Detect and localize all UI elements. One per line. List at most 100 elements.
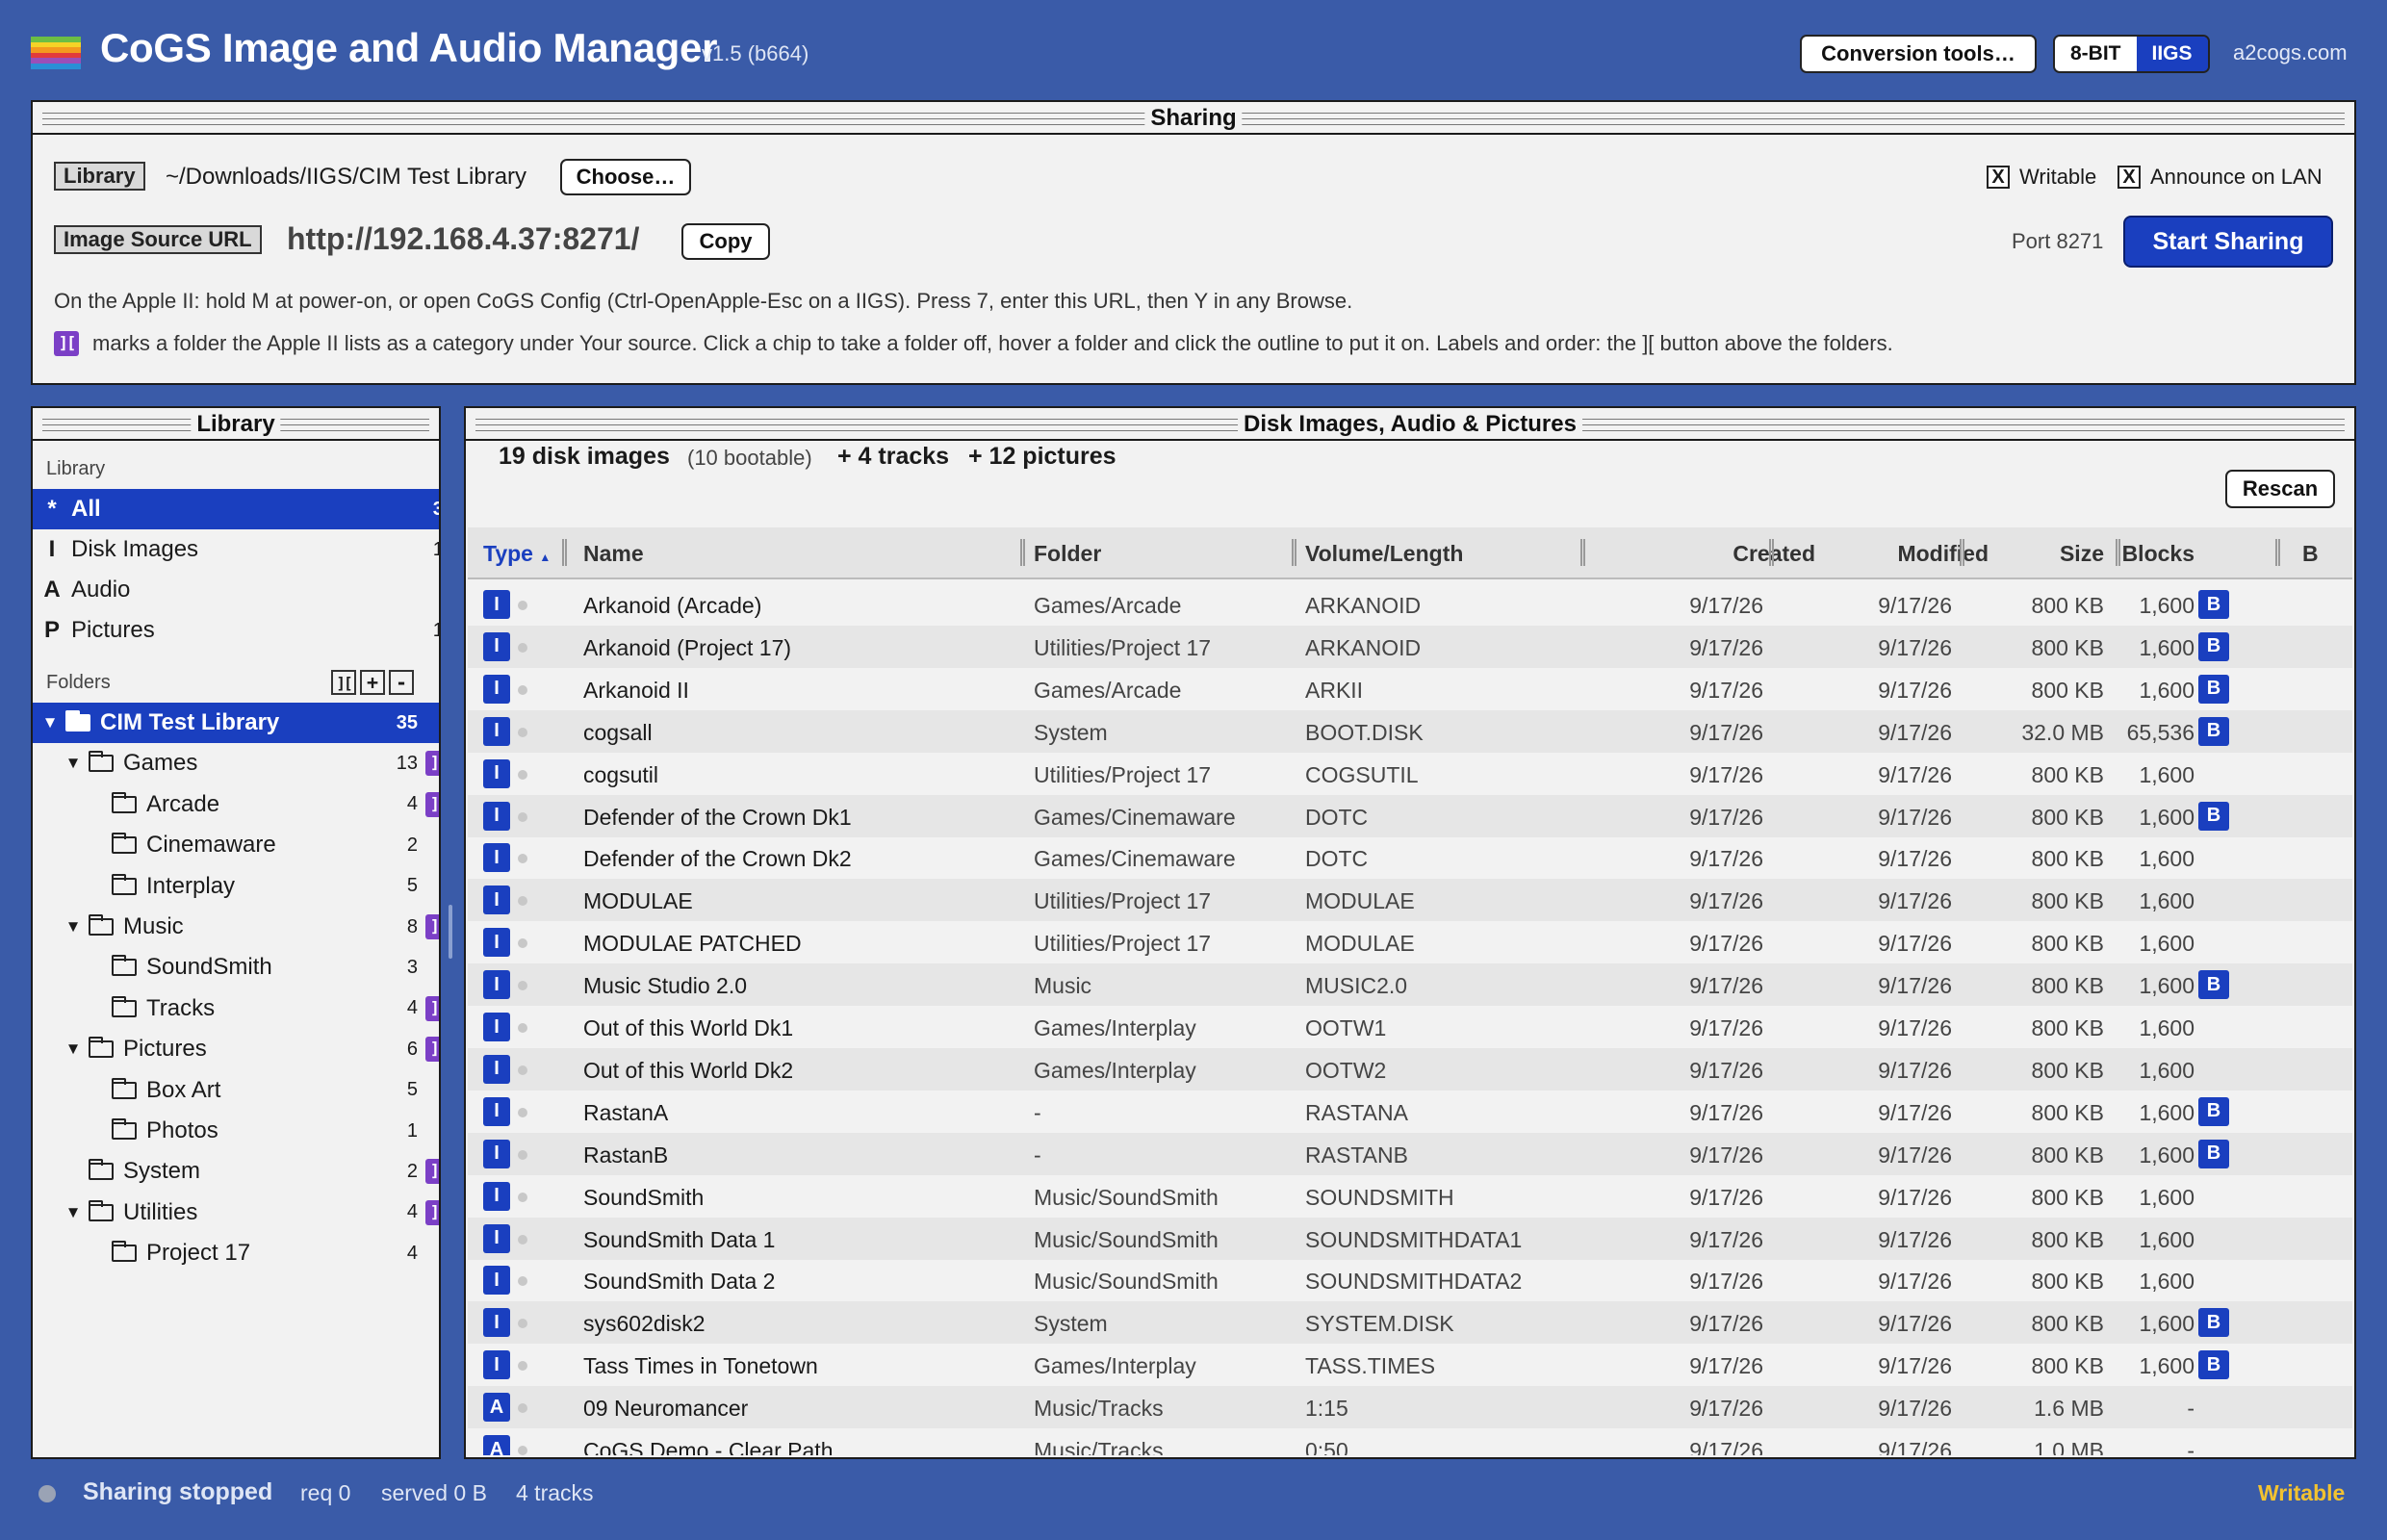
table-row[interactable]: I Tass Times in Tonetown Games/Interplay TA… [468, 1344, 2352, 1386]
column-folder[interactable]: Folder [1034, 541, 1101, 567]
folder-item[interactable]: ▼Pictures6][ [33, 1029, 439, 1069]
row-created: 9/17/26 [1689, 804, 1763, 830]
disclosure-triangle-icon[interactable]: ▼ [64, 1040, 83, 1059]
column-resize-handle[interactable] [1580, 539, 1585, 566]
column-name[interactable]: Name [583, 541, 644, 567]
row-volume: BOOT.DISK [1305, 719, 1424, 745]
writable-checkbox[interactable]: X [1987, 166, 2010, 189]
table-row[interactable]: Icogsutil Utilities/Project 17 COGSUTIL 9/1… [468, 753, 2352, 795]
table-row[interactable]: I Defender of the Crown Dk1 Games/Cinemawa… [468, 794, 2352, 837]
table-row[interactable]: I Defender of the Crown Dk2 Games/Cinemawa… [468, 836, 2352, 879]
folder-item[interactable]: Project 17 4 [33, 1233, 439, 1273]
conversion-tools-button[interactable]: Conversion tools… [1800, 35, 2037, 73]
folder-count: 1 [406, 1119, 418, 1142]
table-row[interactable]: Isys602disk2 System SYSTEM.DISK 9/17/26 9/17… [468, 1301, 2352, 1345]
mode-8bit-button[interactable]: 8-BIT [2055, 37, 2137, 71]
column-blocks[interactable]: Blocks [2098, 541, 2194, 567]
folder-item[interactable]: ▼ CIM Test Library 35 [33, 703, 439, 743]
table-row[interactable]: I RastanB - RASTANB 9/17/26 9/17/26 800 KB 1,60… [468, 1132, 2352, 1175]
column-created[interactable]: Created [1671, 541, 1815, 567]
add-folder-button[interactable]: + [360, 670, 385, 695]
folder-item[interactable]: Interplay 5 [33, 866, 439, 907]
library-filter-all[interactable]: * All 35 [33, 489, 439, 529]
folder-item[interactable]: Box Art 5 [33, 1070, 439, 1111]
table-row[interactable]: I Arkanoid (Project 17) Utilities/Project … [468, 625, 2352, 668]
mode-iigs-button[interactable]: IIGS [2136, 37, 2208, 71]
row-size: 1.6 MB [2034, 1396, 2104, 1422]
category-chip-icon[interactable]: ][ [425, 995, 439, 1021]
row-volume: RASTANA [1305, 1099, 1408, 1125]
disclosure-triangle-icon[interactable]: ▼ [64, 1203, 83, 1222]
announce-lan-checkbox[interactable]: X [2118, 166, 2141, 189]
type-badge-icon: I [483, 590, 510, 619]
category-chip-icon[interactable]: ][ [425, 1037, 439, 1063]
category-chip-icon[interactable]: ][ [425, 1159, 439, 1185]
table-row[interactable]: I Music Studio 2.0 Music MUSIC2.0 9/17/26 9/1… [468, 963, 2352, 1007]
table-row[interactable]: I Arkanoid II Games/Arcade ARKII 9/17/26 9/17… [468, 668, 2352, 710]
category-chip-icon[interactable]: ][ [425, 1199, 439, 1225]
library-filter-disk-images[interactable]: I Disk Images 19 [33, 529, 439, 570]
disclosure-triangle-icon[interactable]: ▼ [64, 754, 83, 773]
disclosure-triangle-icon[interactable]: ▼ [40, 713, 60, 732]
summary-pictures: + 12 pictures [968, 443, 1116, 470]
folder-item[interactable]: ▼Utilities4][ [33, 1193, 439, 1233]
row-created: 9/17/26 [1689, 634, 1763, 660]
sidebar-resize-handle[interactable] [449, 905, 452, 959]
folder-item[interactable]: System2][ [33, 1151, 439, 1192]
column-resize-handle[interactable] [1020, 539, 1025, 566]
column-resize-handle[interactable] [1292, 539, 1296, 566]
library-filter-pictures[interactable]: P Pictures 12 [33, 610, 439, 651]
filter-label: Disk Images [71, 536, 199, 562]
copy-url-button[interactable]: Copy [681, 223, 770, 260]
folder-item[interactable]: ▼Music8][ [33, 907, 439, 947]
category-chip-icon[interactable]: ][ [425, 791, 439, 817]
column-resize-handle[interactable] [562, 539, 567, 566]
table-row[interactable]: I Arkanoid (Arcade) Games/Arcade ARKANOID 9/… [468, 583, 2352, 626]
folder-item[interactable]: Cinemaware 2 [33, 825, 439, 865]
remove-folder-button[interactable]: - [389, 670, 414, 695]
column-size[interactable]: Size [2008, 541, 2104, 567]
image-source-url-tag: Image Source URL [54, 225, 262, 254]
column-resize-handle[interactable] [1769, 539, 1774, 566]
table-row[interactable]: I RastanA - RASTANA 9/17/26 9/17/26 800 KB 1,60… [468, 1091, 2352, 1133]
summary-disk-images: 19 disk images [499, 443, 670, 470]
folder-item[interactable]: Arcade4][ [33, 784, 439, 825]
folder-item[interactable]: SoundSmith 3 [33, 947, 439, 988]
table-row[interactable]: I MODULAE PATCHED Utilities/Project 17 MODU… [468, 921, 2352, 963]
library-filter-audio[interactable]: A Audio 4 [33, 570, 439, 610]
column-volume-length[interactable]: Volume/Length [1305, 541, 1463, 567]
table-row[interactable]: I SoundSmith Data 1 Music/SoundSmith SOUNDS… [468, 1217, 2352, 1260]
row-modified: 9/17/26 [1878, 931, 1952, 957]
column-resize-handle[interactable] [1960, 539, 1964, 566]
category-chip-icon[interactable]: ][ [425, 751, 439, 777]
row-created: 9/17/26 [1689, 931, 1763, 957]
row-size: 800 KB [2031, 1099, 2104, 1125]
table-row[interactable]: Icogsall System BOOT.DISK 9/17/26 9/17/26 32.… [468, 709, 2352, 753]
choose-library-button[interactable]: Choose… [560, 159, 691, 195]
table-row[interactable]: I SoundSmith Music/SoundSmith SOUNDSMITH 9/1… [468, 1175, 2352, 1218]
site-link[interactable]: a2cogs.com [2233, 40, 2348, 65]
table-row[interactable]: A CoGS Demo - Clear Path Music/Tracks 0:50 9… [468, 1428, 2352, 1455]
folder-item[interactable]: Tracks4][ [33, 988, 439, 1029]
table-row[interactable]: I MODULAE Utilities/Project 17 MODULAE 9/17/… [468, 879, 2352, 922]
rescan-button[interactable]: Rescan [2225, 470, 2335, 508]
row-created: 9/17/26 [1689, 973, 1763, 999]
table-row[interactable]: I Out of this World Dk2 Games/Interplay OOT… [468, 1047, 2352, 1091]
start-sharing-button[interactable]: Start Sharing [2123, 216, 2333, 268]
column-resize-handle[interactable] [2275, 539, 2280, 566]
folder-item[interactable]: ▼Games13][ [33, 743, 439, 783]
column-modified[interactable]: Modified [1854, 541, 1989, 567]
table-row[interactable]: I SoundSmith Data 2 Music/SoundSmith SOUNDS… [468, 1259, 2352, 1301]
table-row[interactable]: A 09 Neuromancer Music/Tracks 1:15 9/17/26 9/… [468, 1386, 2352, 1429]
folder-item[interactable]: Photos 1 [33, 1111, 439, 1151]
type-badge-icon: I [483, 1013, 510, 1041]
disclosure-triangle-icon[interactable]: ▼ [64, 917, 83, 937]
table-row[interactable]: I Out of this World Dk1 Games/Interplay OOT… [468, 1006, 2352, 1048]
row-blocks: 1,600 [2139, 1015, 2194, 1040]
column-boot[interactable]: B [2302, 541, 2319, 567]
row-volume: MODULAE [1305, 888, 1415, 914]
row-modified: 9/17/26 [1878, 1438, 1952, 1455]
column-type[interactable]: Type ▲ [483, 541, 551, 567]
folder-category-button[interactable]: ][ [331, 670, 356, 695]
category-chip-icon[interactable]: ][ [425, 914, 439, 939]
